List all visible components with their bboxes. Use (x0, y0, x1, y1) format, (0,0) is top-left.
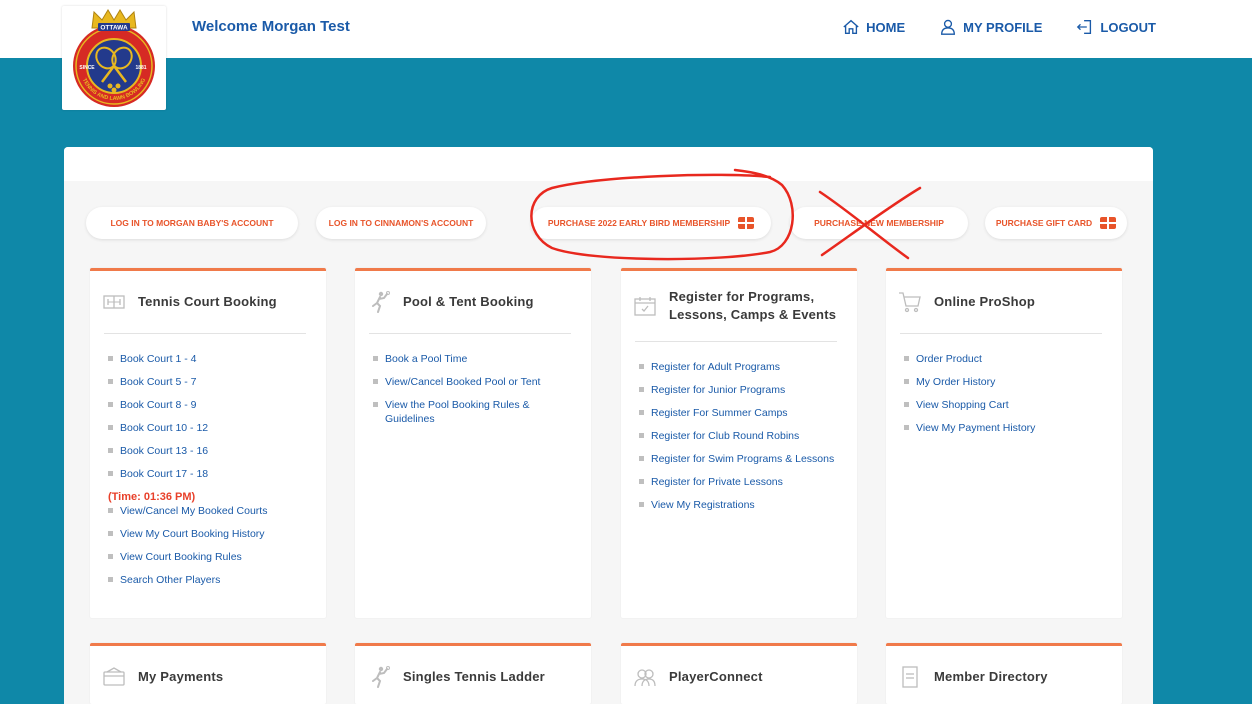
card-programs-title-line1: Register for Programs, (669, 289, 815, 304)
link-order-product[interactable]: Order Product (904, 352, 1106, 366)
players-icon (633, 665, 657, 689)
link-pool-booking-rules[interactable]: View the Pool Booking Rules & Guidelines (373, 398, 575, 426)
login-cinnamon-button[interactable]: LOG IN TO CINNAMON'S ACCOUNT (316, 207, 486, 239)
card-proshop-title: Online ProShop (934, 294, 1036, 309)
card-playerconnect: PlayerConnect (621, 643, 857, 704)
link-book-court-1-4[interactable]: Book Court 1 - 4 (108, 352, 310, 366)
card-tennis-title: Tennis Court Booking (138, 294, 277, 309)
profile-icon (941, 19, 956, 35)
link-my-order-history[interactable]: My Order History (904, 375, 1106, 389)
purchase-gift-card-label: PURCHASE GIFT CARD (995, 218, 1093, 228)
main-panel-top (64, 147, 1153, 181)
card-tennis-court-booking: Tennis Court Booking Book Court 1 - 4 Bo… (90, 268, 326, 618)
card-ladder-title: Singles Tennis Ladder (403, 669, 545, 684)
nav-logout-label: LOGOUT (1100, 19, 1156, 35)
link-book-court-8-9[interactable]: Book Court 8 - 9 (108, 398, 310, 412)
card-programs-title: Register for Programs, Lessons, Camps & … (669, 288, 836, 324)
nav-my-profile-label: MY PROFILE (963, 19, 1043, 35)
gift-icon (738, 217, 755, 229)
card-payments-head: My Payments (90, 646, 326, 704)
link-court-booking-history[interactable]: View My Court Booking History (108, 527, 310, 541)
proshop-links-list: Order Product My Order History View Shop… (886, 352, 1122, 435)
card-playerconnect-title: PlayerConnect (669, 669, 763, 684)
card-playerconnect-head: PlayerConnect (621, 646, 857, 704)
card-programs-title-line2: Lessons, Camps & Events (669, 307, 837, 322)
link-book-pool-time[interactable]: Book a Pool Time (373, 352, 575, 366)
card-payments-title: My Payments (138, 669, 224, 684)
gift-icon (1100, 217, 1117, 229)
player-icon (367, 665, 391, 689)
payments-icon (102, 665, 126, 689)
link-view-shopping-cart[interactable]: View Shopping Cart (904, 398, 1106, 412)
link-book-court-10-12[interactable]: Book Court 10 - 12 (108, 421, 310, 435)
card-programs-head: Register for Programs, Lessons, Camps & … (621, 271, 857, 341)
card-proshop-head: Online ProShop (886, 271, 1122, 333)
purchase-new-membership-button[interactable]: PURCHASE NEW MEMBERSHIP (790, 207, 968, 239)
nav-home-label: HOME (866, 19, 906, 35)
link-view-cancel-booked-courts[interactable]: View/Cancel My Booked Courts (108, 504, 310, 518)
link-register-junior-programs[interactable]: Register for Junior Programs (639, 383, 841, 397)
logo-top-text: OTTAWA (100, 25, 128, 32)
link-book-court-5-7[interactable]: Book Court 5 - 7 (108, 375, 310, 389)
club-logo-emblem: OTTAWA SINCE 1881 TENNIS AND LAWN BOWLIN… (73, 9, 155, 107)
card-member-directory: Member Directory (886, 643, 1122, 704)
logout-icon (1077, 20, 1092, 34)
purchase-new-membership-label: PURCHASE NEW MEMBERSHIP (814, 218, 944, 228)
player-icon (367, 290, 391, 314)
card-divider (104, 333, 306, 334)
link-view-cancel-pool-tent[interactable]: View/Cancel Booked Pool or Tent (373, 375, 575, 389)
purchase-gift-card-button[interactable]: PURCHASE GIFT CARD (985, 207, 1127, 239)
current-time-label: (Time: 01:36 PM) (108, 491, 196, 503)
logo-right-text: 1881 (135, 65, 146, 71)
link-book-court-17-18[interactable]: Book Court 17 - 18 (108, 467, 310, 481)
nav-home[interactable]: HOME (842, 18, 905, 36)
card-singles-tennis-ladder: Singles Tennis Ladder (355, 643, 591, 704)
link-search-other-players[interactable]: Search Other Players (108, 573, 310, 587)
login-morgan-baby-label: LOG IN TO MORGAN BABY'S ACCOUNT (110, 218, 274, 228)
link-book-court-13-16[interactable]: Book Court 13 - 16 (108, 444, 310, 458)
card-pool-head: Pool & Tent Booking (355, 271, 591, 333)
calendar-icon (633, 294, 657, 318)
link-court-booking-rules[interactable]: View Court Booking Rules (108, 550, 310, 564)
directory-icon (898, 665, 922, 689)
link-register-adult-programs[interactable]: Register for Adult Programs (639, 360, 841, 374)
card-directory-title: Member Directory (934, 669, 1048, 684)
link-register-swim-programs[interactable]: Register for Swim Programs & Lessons (639, 452, 841, 466)
pool-links-list: Book a Pool Time View/Cancel Booked Pool… (355, 352, 591, 426)
cart-icon (898, 290, 922, 314)
nav-my-profile[interactable]: MY PROFILE (939, 18, 1042, 36)
link-view-my-registrations[interactable]: View My Registrations (639, 498, 841, 512)
home-icon (843, 19, 859, 34)
club-logo[interactable]: OTTAWA SINCE 1881 TENNIS AND LAWN BOWLIN… (62, 6, 166, 110)
link-view-payment-history[interactable]: View My Payment History (904, 421, 1106, 435)
card-pool-tent-booking: Pool & Tent Booking Book a Pool Time Vie… (355, 268, 591, 618)
card-tennis-head: Tennis Court Booking (90, 271, 326, 333)
welcome-message: Welcome Morgan Test (192, 18, 350, 35)
card-my-payments: My Payments (90, 643, 326, 704)
card-online-proshop: Online ProShop Order Product My Order Hi… (886, 268, 1122, 618)
purchase-early-bird-button[interactable]: PURCHASE 2022 EARLY BIRD MEMBERSHIP (531, 207, 771, 239)
card-pool-title: Pool & Tent Booking (403, 294, 534, 309)
card-divider (635, 341, 837, 342)
link-register-private-lessons[interactable]: Register for Private Lessons (639, 475, 841, 489)
card-register-programs: Register for Programs, Lessons, Camps & … (621, 268, 857, 618)
logo-left-text: SINCE (79, 65, 95, 71)
login-morgan-baby-button[interactable]: LOG IN TO MORGAN BABY'S ACCOUNT (86, 207, 298, 239)
nav-logout[interactable]: LOGOUT (1076, 18, 1156, 36)
purchase-early-bird-label: PURCHASE 2022 EARLY BIRD MEMBERSHIP (547, 218, 731, 228)
programs-links-list: Register for Adult Programs Register for… (621, 360, 857, 512)
link-register-summer-camps[interactable]: Register For Summer Camps (639, 406, 841, 420)
card-ladder-head: Singles Tennis Ladder (355, 646, 591, 704)
tennis-links-list: Book Court 1 - 4 Book Court 5 - 7 Book C… (90, 352, 326, 587)
link-register-round-robins[interactable]: Register for Club Round Robins (639, 429, 841, 443)
card-divider (900, 333, 1102, 334)
card-directory-head: Member Directory (886, 646, 1122, 704)
card-divider (369, 333, 571, 334)
top-navigation: HOME MY PROFILE LOGOUT (842, 18, 1156, 36)
tennis-court-icon (102, 290, 126, 314)
main-panel: LOG IN TO MORGAN BABY'S ACCOUNT LOG IN T… (64, 147, 1153, 704)
login-cinnamon-label: LOG IN TO CINNAMON'S ACCOUNT (328, 218, 474, 228)
